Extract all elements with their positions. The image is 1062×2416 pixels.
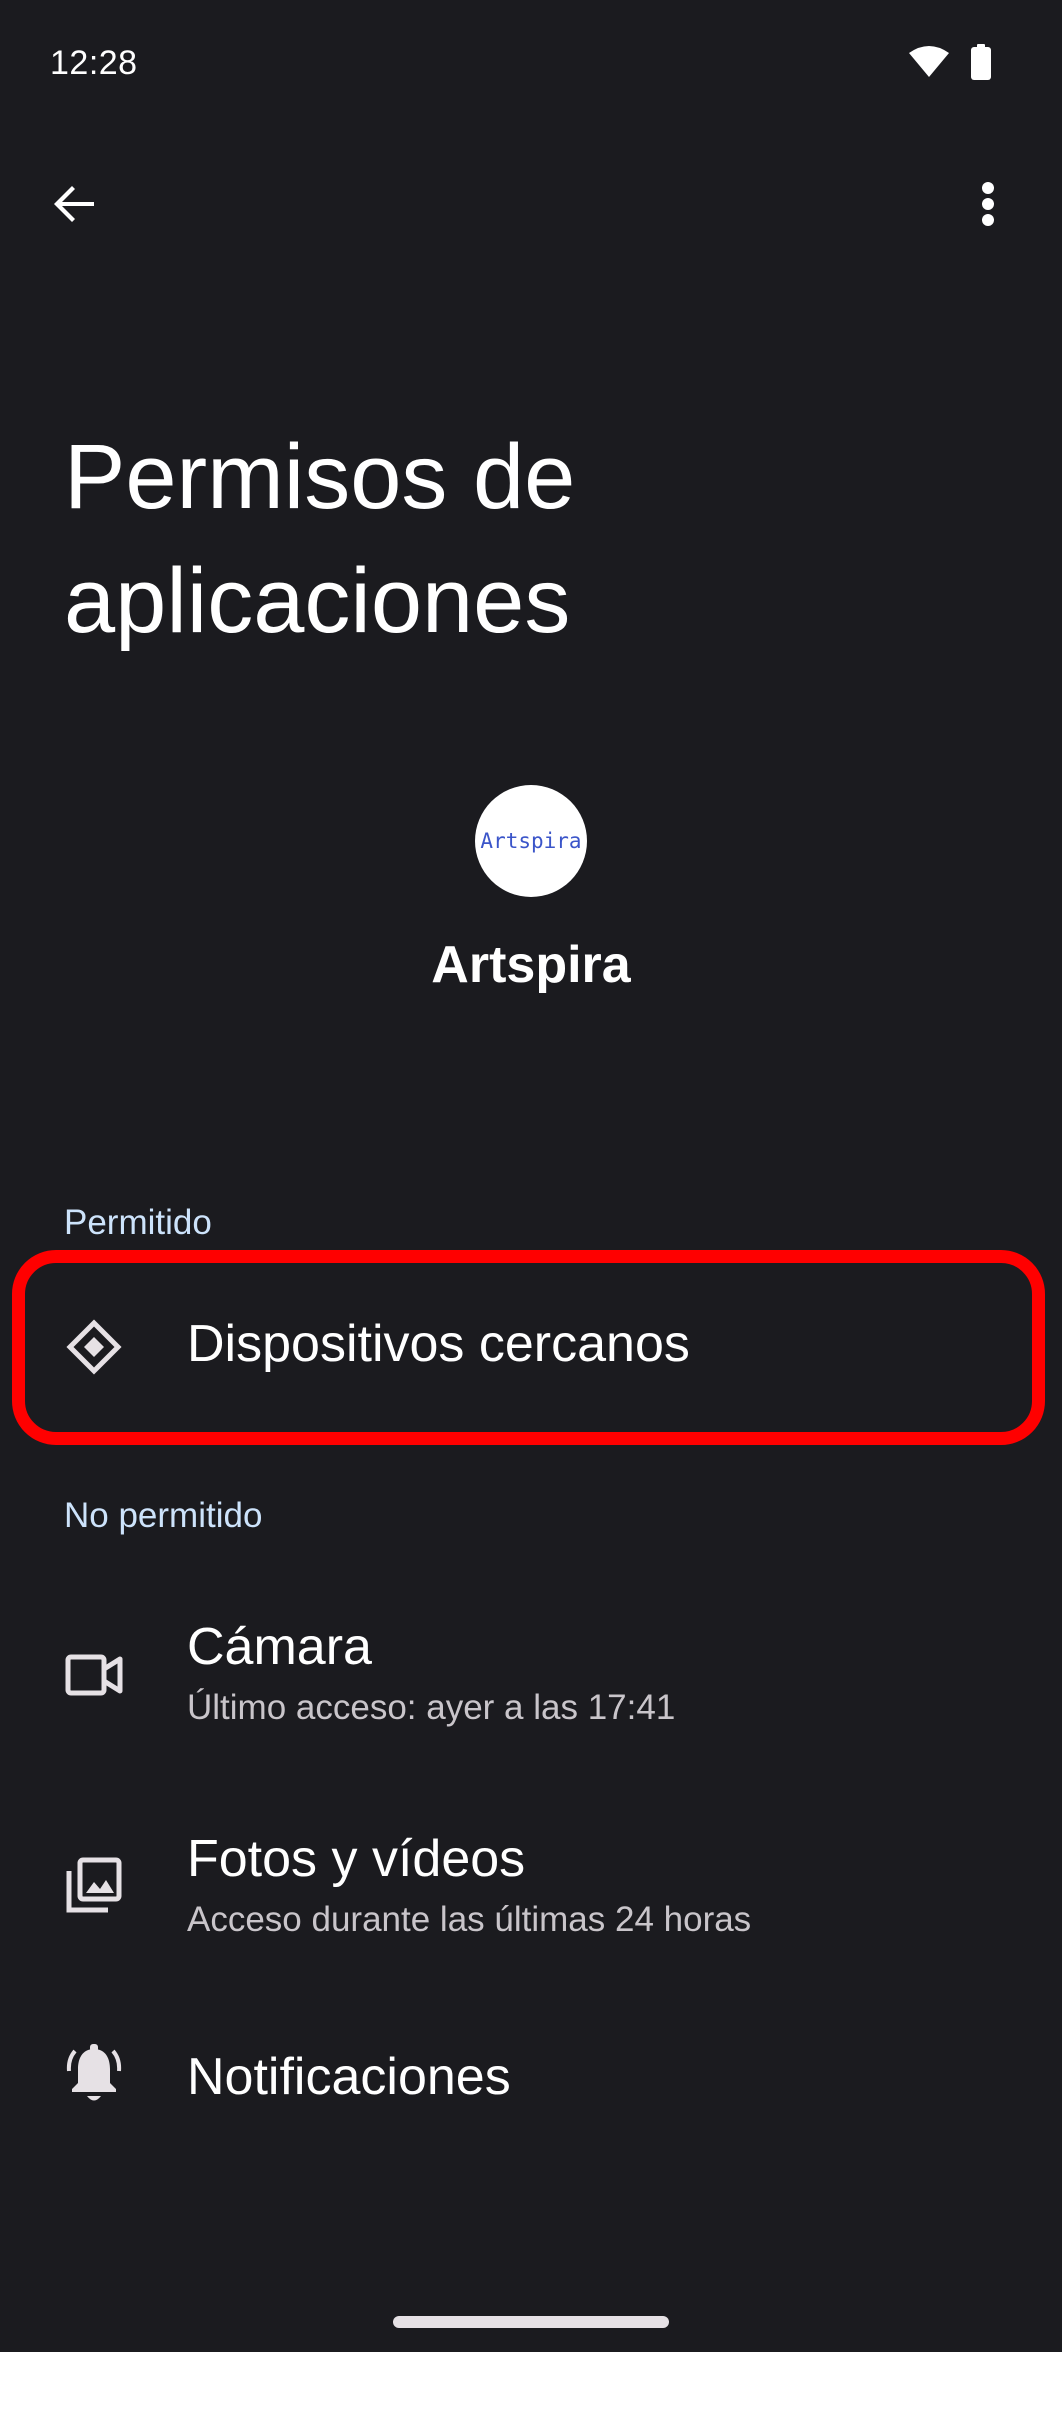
page-title-line-2: aplicaciones (64, 550, 571, 652)
arrow-left-icon (50, 180, 98, 233)
permission-subtitle-photos: Acceso durante las últimas 24 horas (187, 1900, 752, 1939)
permission-item-notifications[interactable]: Notificaciones (0, 2007, 1062, 2157)
more-vertical-icon (980, 180, 996, 233)
permission-title-nearby-devices: Dispositivos cercanos (187, 1315, 690, 1373)
permission-title-photos: Fotos y vídeos (187, 1830, 526, 1888)
gesture-nav-handle[interactable] (393, 2316, 669, 2328)
app-header: Artspira Artspira (0, 785, 1062, 995)
bell-icon (64, 2043, 124, 2103)
app-name: Artspira (431, 936, 631, 994)
permission-item-nearby-devices[interactable]: Dispositivos cercanos (0, 1262, 1062, 1432)
page-title: Permisos de aplicaciones (64, 415, 964, 663)
status-icons (908, 44, 992, 85)
nearby-devices-icon (64, 1317, 124, 1377)
more-options-button[interactable] (950, 168, 1026, 244)
battery-icon (970, 44, 992, 85)
permission-item-camera[interactable]: Cámara Último acceso: ayer a las 17:41 (0, 1575, 1062, 1775)
status-bar: 12:28 (0, 0, 1062, 130)
app-permissions-screen: 12:28 Permisos de aplicaciones Artspira … (0, 0, 1062, 2352)
photos-icon (64, 1855, 124, 1915)
permission-subtitle-camera: Último acceso: ayer a las 17:41 (187, 1688, 676, 1727)
back-button[interactable] (36, 168, 112, 244)
permission-title-notifications: Notificaciones (187, 2048, 511, 2106)
app-logo: Artspira (475, 785, 587, 897)
wifi-icon (908, 45, 950, 84)
section-label-not-allowed: No permitido (64, 1496, 263, 1535)
permission-title-camera: Cámara (187, 1618, 372, 1676)
permission-item-photos[interactable]: Fotos y vídeos Acceso durante las última… (0, 1787, 1062, 1987)
top-app-bar (0, 150, 1062, 260)
camera-icon (64, 1645, 124, 1705)
page-title-line-1: Permisos de (64, 426, 576, 528)
section-label-allowed: Permitido (64, 1203, 212, 1242)
app-logo-text: Artspira (480, 829, 582, 853)
status-time: 12:28 (50, 44, 138, 82)
